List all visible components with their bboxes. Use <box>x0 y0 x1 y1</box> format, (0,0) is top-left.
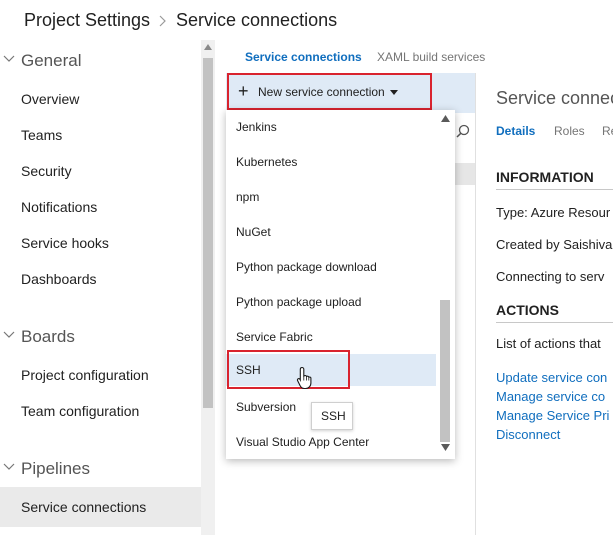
menu-item-visual-studio-app-center[interactable]: Visual Studio App Center <box>226 427 436 457</box>
chevron-down-icon <box>3 463 15 470</box>
info-type: Type: Azure Resour <box>496 205 611 220</box>
sidebar-section-label: Boards <box>21 327 75 346</box>
menu-item-python-package-download[interactable]: Python package download <box>226 252 436 282</box>
tooltip: SSH <box>311 402 353 430</box>
new-service-connection-button[interactable]: + New service connection <box>227 73 432 110</box>
menu-scrollbar-thumb[interactable] <box>440 300 450 442</box>
tab-xaml-build-services[interactable]: XAML build services <box>377 50 485 64</box>
menu-item-kubernetes[interactable]: Kubernetes <box>226 147 436 177</box>
disconnect-link[interactable]: Disconnect <box>496 427 560 442</box>
manage-service-principal-link[interactable]: Manage Service Pri <box>496 408 609 423</box>
chevron-down-icon <box>3 55 15 62</box>
scroll-down-arrow-icon[interactable] <box>441 444 450 451</box>
detail-title: Service connect <box>496 88 613 108</box>
menu-item-label: Service Fabric <box>236 330 313 344</box>
ssh-highlight-box <box>227 350 350 389</box>
scroll-up-arrow-icon[interactable] <box>441 115 450 122</box>
scroll-up-arrow-icon[interactable] <box>204 44 212 50</box>
menu-item-label: NuGet <box>236 225 271 239</box>
info-connecting-to: Connecting to serv <box>496 269 605 284</box>
menu-item-npm[interactable]: npm <box>226 182 436 212</box>
sidebar-item-team-configuration[interactable]: Team configuration <box>21 403 139 419</box>
menu-item-label: npm <box>236 190 260 204</box>
menu-item-label: Jenkins <box>236 120 277 134</box>
menu-item-python-package-upload[interactable]: Python package upload <box>226 287 436 317</box>
sidebar-item-service-hooks[interactable]: Service hooks <box>21 235 109 251</box>
menu-item-jenkins[interactable]: Jenkins <box>226 112 436 142</box>
information-divider <box>496 189 613 190</box>
tab-roles[interactable]: Roles <box>554 124 585 138</box>
tab-requests[interactable]: Re <box>602 124 613 138</box>
sidebar-item-overview[interactable]: Overview <box>21 91 79 107</box>
actions-divider <box>496 322 613 323</box>
list-row-background <box>455 163 475 185</box>
tab-service-connections[interactable]: Service connections <box>245 50 362 64</box>
actions-heading: ACTIONS <box>496 302 559 318</box>
sidebar: General Overview Teams Security Notifica… <box>0 40 201 535</box>
breadcrumb-project-settings[interactable]: Project Settings <box>24 10 150 31</box>
tab-details[interactable]: Details <box>496 124 535 138</box>
tooltip-text: SSH <box>321 409 346 423</box>
breadcrumb-chevron-icon <box>159 15 166 27</box>
update-service-connection-link[interactable]: Update service con <box>496 370 607 385</box>
chevron-down-icon <box>3 331 15 338</box>
sidebar-item-teams[interactable]: Teams <box>21 127 62 143</box>
information-heading: INFORMATION <box>496 169 594 185</box>
actions-description: List of actions that <box>496 336 601 351</box>
menu-item-nuget[interactable]: NuGet <box>226 217 436 247</box>
sidebar-item-service-connections[interactable]: Service connections <box>21 499 146 515</box>
sidebar-section-label: Pipelines <box>21 459 90 478</box>
sidebar-scrollbar-thumb[interactable] <box>203 58 213 408</box>
menu-item-label: Visual Studio App Center <box>236 435 370 449</box>
sidebar-item-dashboards[interactable]: Dashboards <box>21 271 97 287</box>
caret-down-icon <box>390 90 398 95</box>
menu-item-label: Python package download <box>236 260 377 274</box>
info-created-by: Created by Saishiva <box>496 237 613 252</box>
manage-service-connection-roles-link[interactable]: Manage service co <box>496 389 605 404</box>
menu-item-label: Subversion <box>236 400 297 414</box>
pane-divider <box>475 73 476 535</box>
search-icon[interactable] <box>456 124 470 138</box>
menu-item-label: Kubernetes <box>236 155 298 169</box>
breadcrumb-current: Service connections <box>176 10 338 30</box>
sidebar-item-notifications[interactable]: Notifications <box>21 199 97 215</box>
menu-item-service-fabric[interactable]: Service Fabric <box>226 322 436 352</box>
sidebar-item-project-configuration[interactable]: Project configuration <box>21 367 149 383</box>
plus-icon: + <box>238 81 249 101</box>
hand-pointer-cursor-icon <box>296 366 312 390</box>
sidebar-section-label: General <box>21 51 82 70</box>
menu-item-label: Python package upload <box>236 295 362 309</box>
sidebar-item-security[interactable]: Security <box>21 163 72 179</box>
new-service-connection-label: New service connection <box>258 85 385 99</box>
